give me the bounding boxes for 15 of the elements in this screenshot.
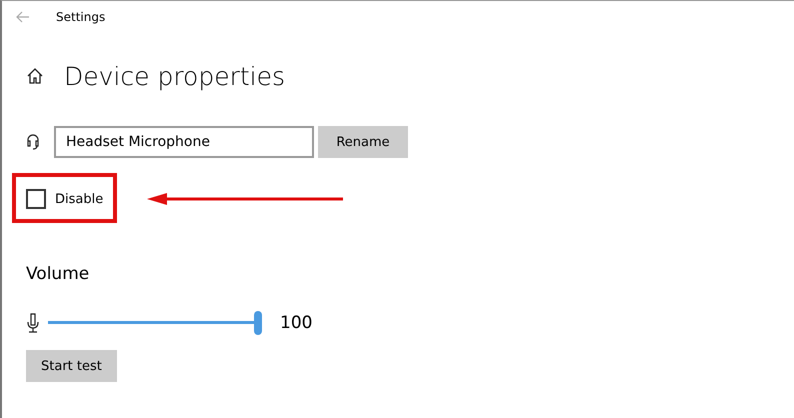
slider-thumb[interactable] [254,311,262,335]
headset-icon [26,133,40,151]
back-arrow-icon[interactable] [16,11,30,23]
microphone-icon [26,313,40,333]
window-title: Settings [56,10,106,24]
rename-button[interactable]: Rename [318,126,408,158]
start-test-button[interactable]: Start test [26,350,117,382]
volume-value: 100 [280,313,312,333]
page-heading: Device properties [64,62,286,90]
volume-slider[interactable] [48,311,262,335]
disable-checkbox[interactable] [26,189,46,209]
device-name-field[interactable]: Headset Microphone [54,126,314,158]
section-heading: Volume [26,264,90,284]
checkbox-label: Disable [55,192,104,206]
home-icon[interactable] [26,67,44,85]
